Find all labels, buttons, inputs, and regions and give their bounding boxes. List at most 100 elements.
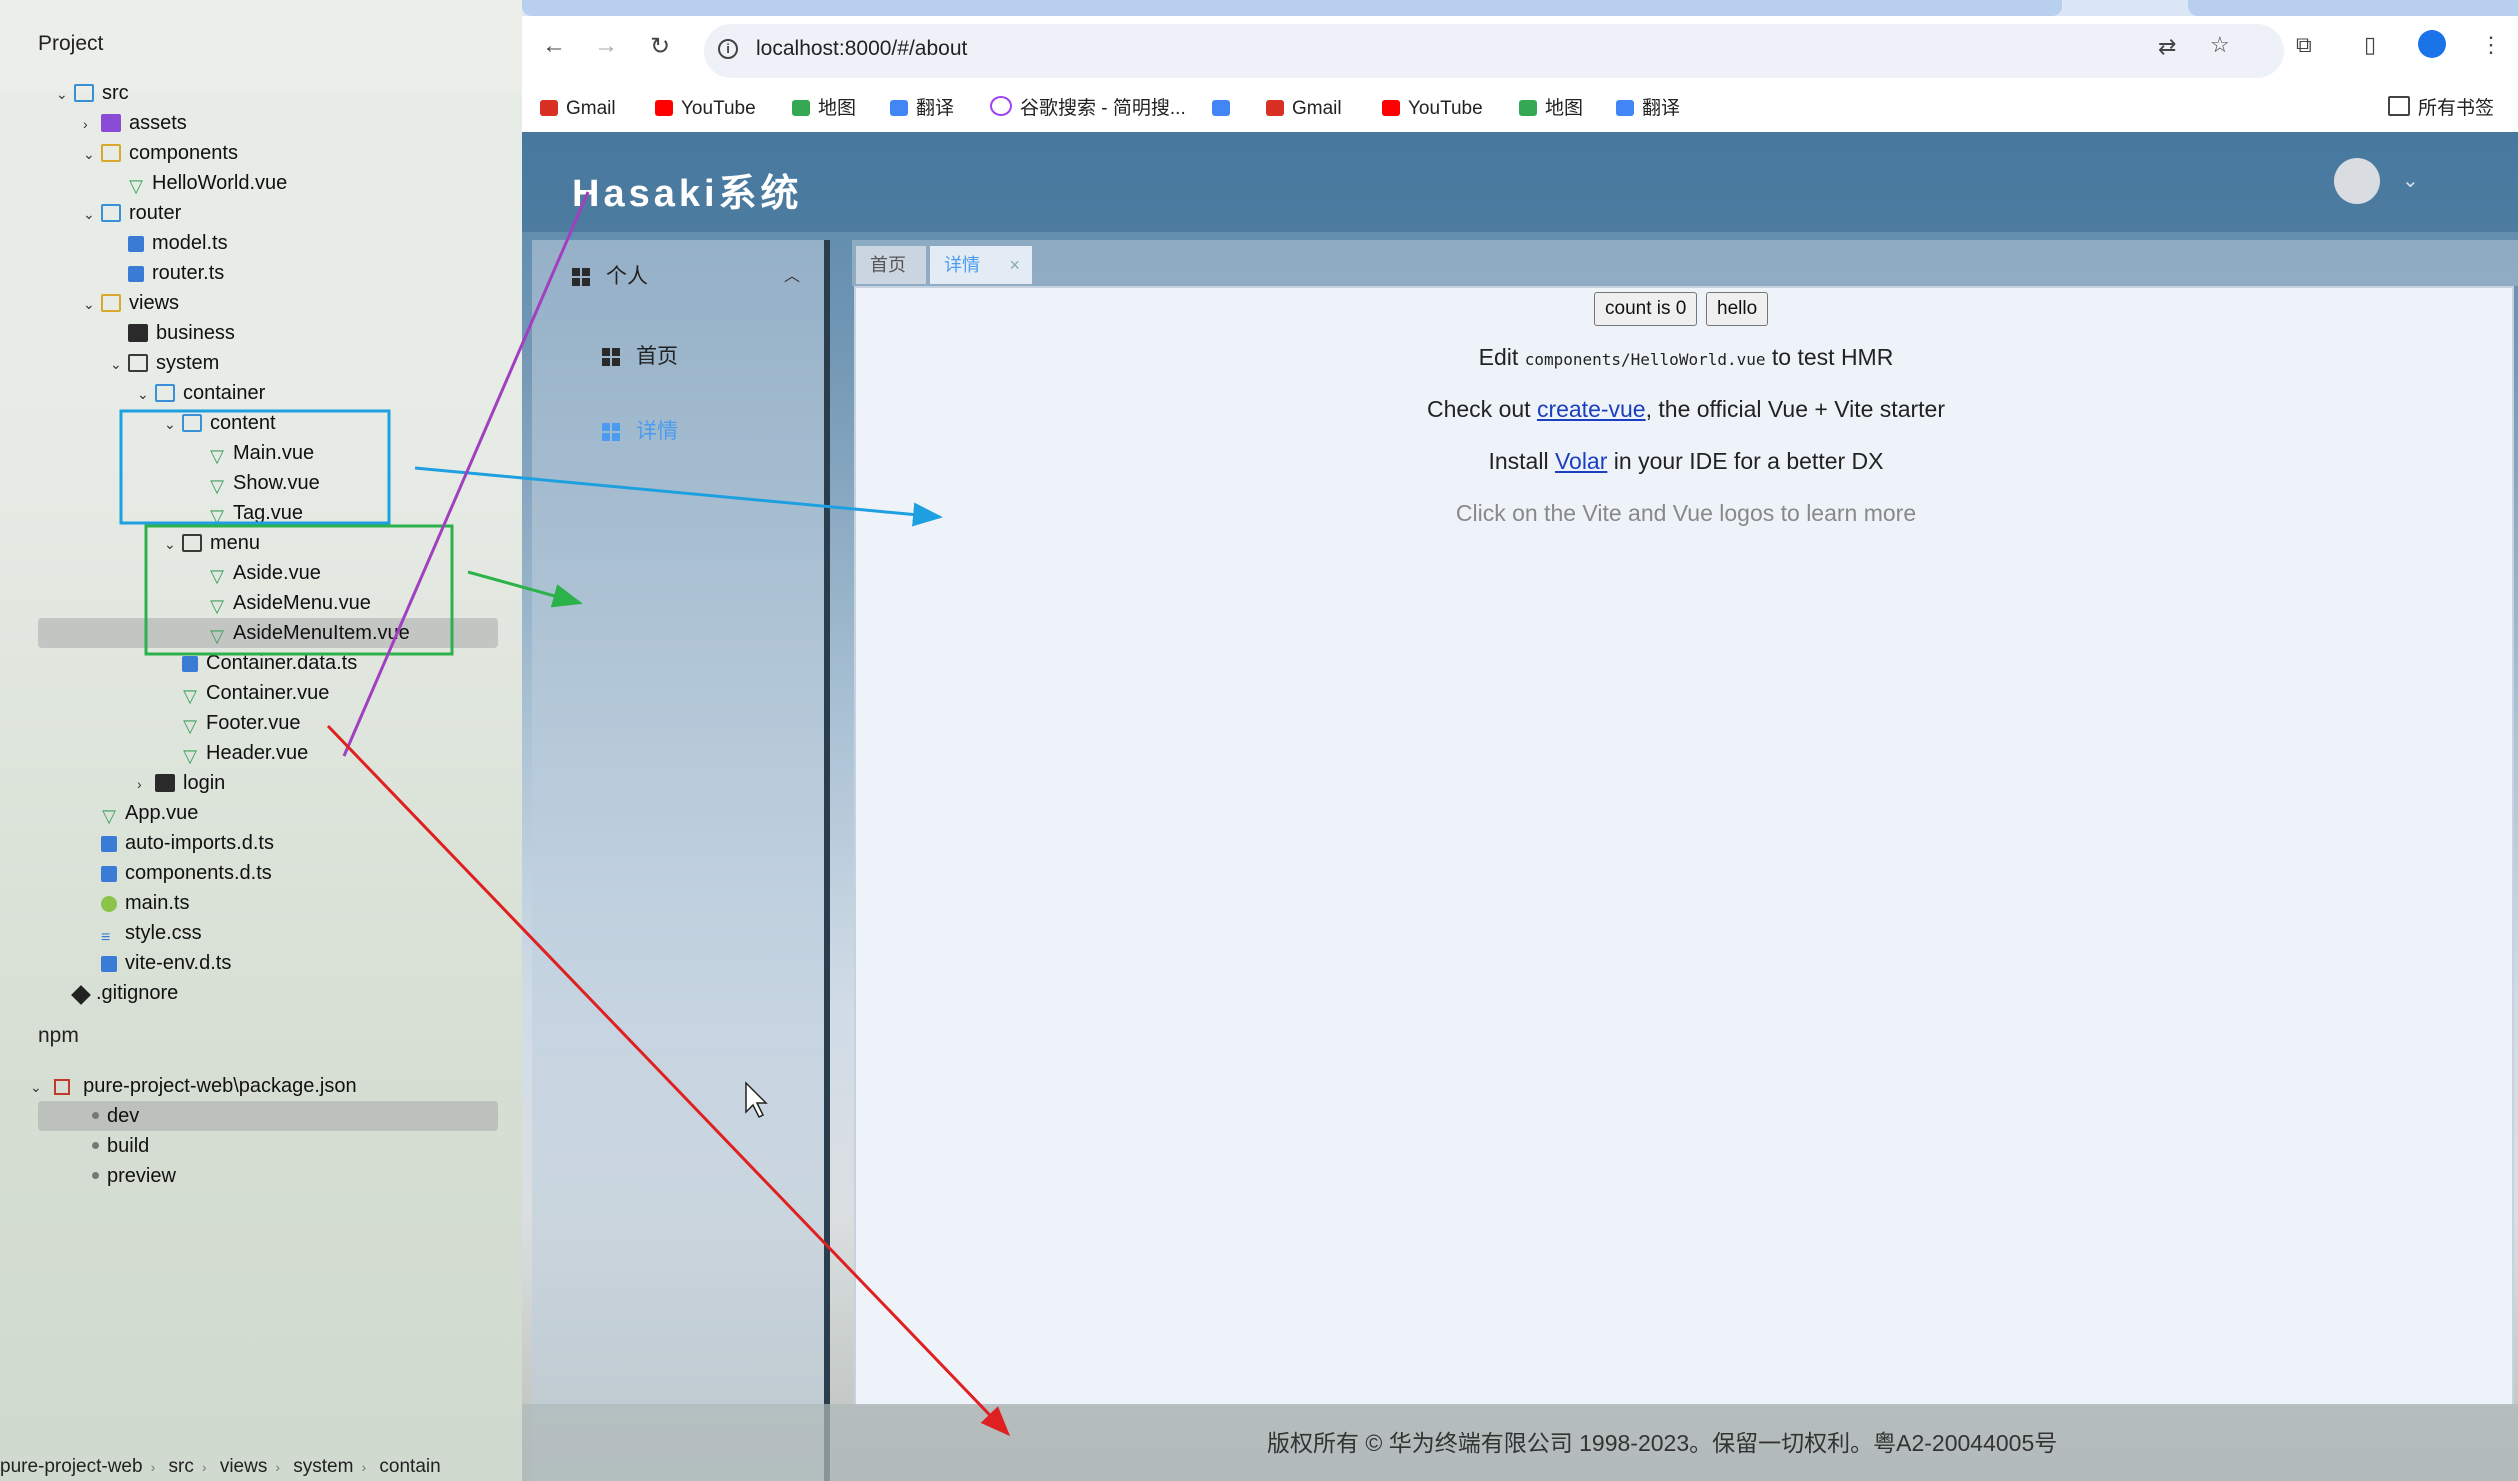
chevron-down-icon[interactable]: ⌄: [110, 349, 128, 379]
bookmark-youtube-2[interactable]: YouTube: [1382, 92, 1483, 126]
tree-item[interactable]: › assets: [83, 108, 187, 138]
hello-button[interactable]: hello: [1706, 292, 1769, 326]
app-footer: 版权所有 © 华为终端有限公司 1998-2023。保留一切权利。粤A2-200…: [522, 1404, 2518, 1481]
chevron-down-icon[interactable]: ⌄: [56, 79, 74, 109]
bookmark-gmail[interactable]: Gmail: [540, 92, 616, 126]
bookmark-maps[interactable]: 地图: [792, 92, 856, 126]
tree-item[interactable]: .gitignore: [56, 978, 178, 1008]
star-icon[interactable]: ☆: [2210, 32, 2230, 58]
tree-item[interactable]: router.ts: [110, 258, 224, 288]
count-button[interactable]: count is 0: [1594, 292, 1698, 326]
bookmark-search[interactable]: 谷歌搜索 - 简明搜...: [990, 92, 1186, 126]
chevron-right-icon[interactable]: ›: [137, 769, 155, 799]
address-bar[interactable]: i localhost:8000/#/about: [704, 24, 2284, 78]
npm-script-build[interactable]: build: [92, 1131, 149, 1161]
menu-group-personal[interactable]: 个人 ︿: [532, 252, 830, 302]
content-panel: count is 0 hello Edit components/HelloWo…: [854, 286, 2514, 1406]
tag-detail[interactable]: 详情 ×: [930, 246, 1032, 284]
chevron-down-icon[interactable]: ⌄: [83, 139, 101, 169]
tree-item[interactable]: ▽ Footer.vue: [164, 708, 300, 738]
npm-section-title[interactable]: npm: [38, 1024, 79, 1048]
bookmark-gmail-2[interactable]: Gmail: [1266, 92, 1342, 126]
tree-item[interactable]: ▽ Header.vue: [164, 738, 308, 768]
browser-tab[interactable]: [522, 0, 2062, 16]
youtube-icon: [1382, 100, 1400, 116]
avatar[interactable]: [2334, 158, 2380, 204]
bookmark-maps-2[interactable]: 地图: [1519, 92, 1583, 126]
back-icon[interactable]: ←: [542, 32, 566, 60]
forward-icon[interactable]: →: [594, 32, 618, 60]
breadcrumb-item[interactable]: src: [169, 1456, 194, 1477]
bookmark-translate-2[interactable]: 翻译: [1616, 92, 1680, 126]
npm-script-preview[interactable]: preview: [92, 1161, 176, 1191]
tree-item[interactable]: ⌄ src: [56, 78, 129, 108]
tree-item[interactable]: vite-env.d.ts: [83, 948, 231, 978]
chevron-down-icon[interactable]: ⌄: [164, 529, 182, 559]
extensions-icon[interactable]: ⧉: [2296, 32, 2312, 58]
chevron-down-icon[interactable]: ⌄: [2402, 168, 2419, 193]
chevron-down-icon: ⌄: [30, 1079, 42, 1095]
translate-icon[interactable]: ⇄: [2158, 34, 2176, 60]
breadcrumb-item[interactable]: pure-project-web: [0, 1456, 143, 1477]
ide-project-panel: Project ⌄ src › assets ⌄ components ▽ HelloWorl…: [0, 0, 522, 1481]
tree-item[interactable]: ⌄ menu: [164, 528, 260, 558]
reload-icon[interactable]: ↻: [650, 32, 670, 61]
tree-item[interactable]: ⌄ views: [83, 288, 179, 318]
npm-script-dev[interactable]: dev: [92, 1101, 139, 1131]
profile-icon[interactable]: [2418, 30, 2446, 58]
tree-item[interactable]: auto-imports.d.ts: [83, 828, 274, 858]
tree-item[interactable]: model.ts: [110, 228, 228, 258]
site-info-icon[interactable]: i: [718, 39, 738, 59]
all-bookmarks[interactable]: 所有书签: [2388, 92, 2494, 126]
side-panel-icon[interactable]: ▯: [2364, 32, 2376, 58]
tree-item[interactable]: ⌄ container: [137, 378, 265, 408]
volar-link[interactable]: Volar: [1555, 448, 1607, 474]
chevron-right-icon[interactable]: ›: [83, 109, 101, 139]
tree-item[interactable]: › login: [137, 768, 225, 798]
project-panel-title[interactable]: Project: [38, 32, 103, 56]
npm-package[interactable]: ⌄ pure-project-web\package.json: [30, 1071, 357, 1101]
tree-item[interactable]: ▽ Container.vue: [164, 678, 329, 708]
folder-icon: [182, 534, 202, 552]
folder-icon: [101, 294, 121, 312]
tree-item[interactable]: ⌄ content: [164, 408, 276, 438]
tree-item[interactable]: Container.data.ts: [164, 648, 357, 678]
bookmark-translate[interactable]: 翻译: [890, 92, 954, 126]
tree-item[interactable]: main.ts: [83, 888, 189, 918]
tree-item[interactable]: ▽ Tag.vue: [191, 498, 303, 528]
breadcrumb: pure-project-web › src › views › system › co…: [0, 1456, 441, 1477]
breadcrumb-item[interactable]: contain: [379, 1456, 440, 1477]
folder-icon: [128, 354, 148, 372]
chevron-down-icon[interactable]: ⌄: [83, 289, 101, 319]
tree-item[interactable]: ▽ AsideMenu.vue: [191, 588, 371, 618]
chevron-down-icon[interactable]: ⌄: [137, 379, 155, 409]
menu-item-detail[interactable]: 详情: [532, 407, 830, 457]
bookmark-youtube[interactable]: YouTube: [655, 92, 756, 126]
bookmark-docs[interactable]: [1212, 92, 1238, 126]
tree-item[interactable]: ▽ Show.vue: [191, 468, 320, 498]
tree-item[interactable]: ▽ Aside.vue: [191, 558, 321, 588]
tree-item[interactable]: ⌄ system: [110, 348, 219, 378]
breadcrumb-item[interactable]: views: [220, 1456, 268, 1477]
tree-item[interactable]: ⌄ components: [83, 138, 238, 168]
tree-item[interactable]: ≡ style.css: [83, 918, 202, 948]
browser-window: ← → ↻ i localhost:8000/#/about ⇄ ☆ ⧉ ▯ ⋮…: [522, 0, 2518, 1481]
tree-item-label: AsideMenuItem.vue: [233, 622, 410, 644]
tree-item[interactable]: ⌄ router: [83, 198, 181, 228]
tag-home[interactable]: 首页: [856, 246, 926, 284]
tree-item[interactable]: ▽ AsideMenuItem.vue: [191, 618, 410, 648]
chevron-down-icon[interactable]: ⌄: [164, 409, 182, 439]
menu-dots-icon[interactable]: ⋮: [2480, 32, 2502, 58]
breadcrumb-item[interactable]: system: [293, 1456, 353, 1477]
tree-item[interactable]: ▽ Main.vue: [191, 438, 314, 468]
address-url[interactable]: localhost:8000/#/about: [756, 37, 967, 61]
close-icon[interactable]: ×: [1009, 246, 1020, 284]
browser-tab[interactable]: [2188, 0, 2518, 16]
tree-item[interactable]: business: [110, 318, 235, 348]
menu-item-home[interactable]: 首页: [532, 332, 830, 382]
chevron-down-icon[interactable]: ⌄: [83, 199, 101, 229]
tree-item[interactable]: ▽ App.vue: [83, 798, 198, 828]
create-vue-link[interactable]: create-vue: [1537, 396, 1646, 422]
tree-item[interactable]: ▽ HelloWorld.vue: [110, 168, 287, 198]
tree-item[interactable]: components.d.ts: [83, 858, 272, 888]
